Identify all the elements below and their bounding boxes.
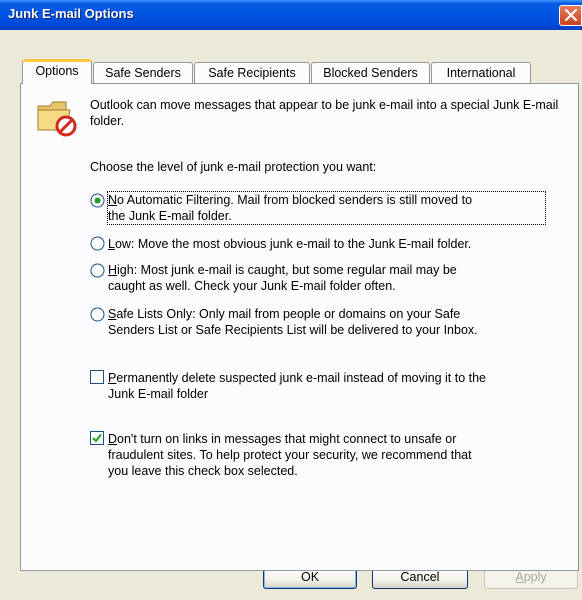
tab-label: International xyxy=(446,66,516,80)
label-low[interactable]: Low: Move the most obvious junk e-mail t… xyxy=(108,236,471,252)
tab-safe-recipients[interactable]: Safe Recipients xyxy=(194,62,310,83)
checkbox-permanently-delete[interactable] xyxy=(90,370,104,387)
junk-folder-icon xyxy=(37,101,77,137)
dialog-window: Junk E-mail Options Options Safe Senders… xyxy=(0,0,582,600)
tab-international[interactable]: International xyxy=(431,62,531,83)
label-safe-lists-only[interactable]: Safe Lists Only: Only mail from people o… xyxy=(108,306,478,338)
protection-level-prompt: Choose the level of junk e-mail protecti… xyxy=(90,160,377,174)
title-bar[interactable]: Junk E-mail Options xyxy=(0,0,582,30)
radio-empty-icon xyxy=(90,307,105,322)
radio-high[interactable] xyxy=(90,263,105,281)
label-permanently-delete[interactable]: Permanently delete suspected junk e-mail… xyxy=(108,370,486,402)
radio-empty-icon xyxy=(90,263,105,278)
tab-label: Options xyxy=(35,64,79,78)
checkbox-unchecked-icon xyxy=(90,370,104,384)
label-high[interactable]: High: Most junk e-mail is caught, but so… xyxy=(108,262,457,294)
close-button[interactable] xyxy=(559,5,582,26)
close-icon xyxy=(564,9,578,22)
tab-label: Safe Recipients xyxy=(208,66,296,80)
checkbox-checked-icon xyxy=(90,431,104,445)
checkbox-disable-links[interactable] xyxy=(90,431,104,448)
tab-label: Safe Senders xyxy=(105,66,181,80)
tab-options[interactable]: Options xyxy=(22,59,92,84)
label-disable-links[interactable]: Don't turn on links in messages that mig… xyxy=(108,431,568,479)
radio-safe-lists-only[interactable] xyxy=(90,307,105,325)
tab-blocked-senders[interactable]: Blocked Senders xyxy=(311,62,430,83)
label-no-automatic-filtering[interactable]: No Automatic Filtering. Mail from blocke… xyxy=(107,191,546,225)
tab-label: Blocked Senders xyxy=(323,66,418,80)
radio-empty-icon xyxy=(90,236,105,251)
window-title: Junk E-mail Options xyxy=(8,6,134,21)
radio-selected-icon xyxy=(90,193,105,208)
radio-low[interactable] xyxy=(90,236,105,254)
tab-safe-senders[interactable]: Safe Senders xyxy=(93,62,193,83)
radio-no-automatic-filtering[interactable] xyxy=(90,193,105,211)
intro-text: Outlook can move messages that appear to… xyxy=(90,98,559,128)
